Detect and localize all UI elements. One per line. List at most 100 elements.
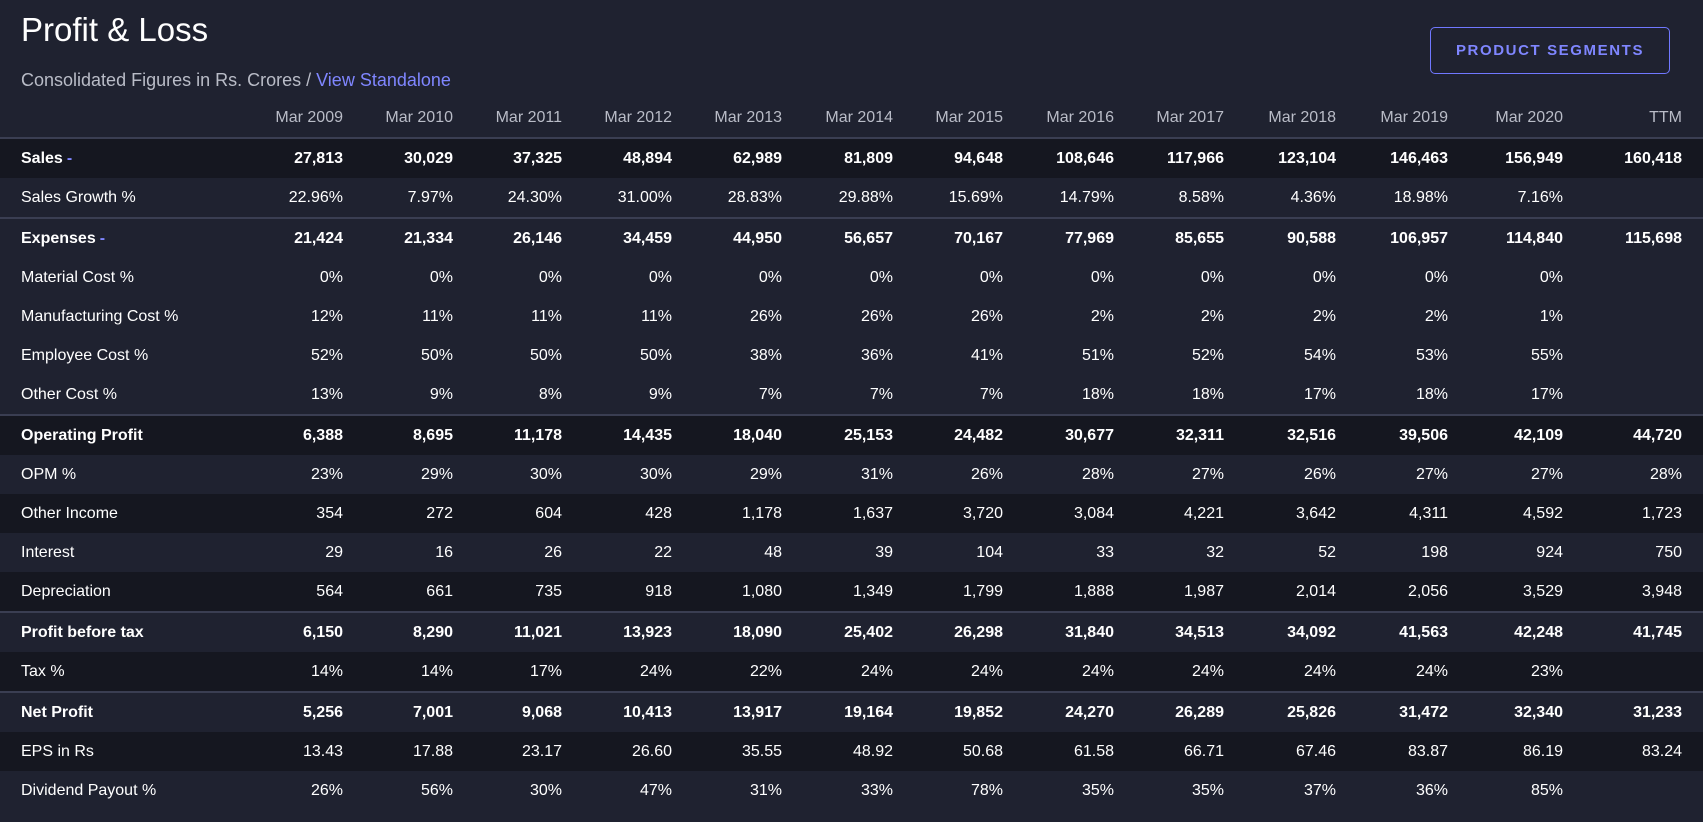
table-row: Other Cost % 13% 9% 8% 9% 7% 7% 7% 18% 18% 17% 18% 1…: [0, 375, 1703, 415]
value-cell: 34,092: [1224, 611, 1336, 652]
table-row: Net Profit 5,256 7,001 9,068 10,413 13,917 19,…: [0, 691, 1703, 732]
column-header: Mar 2011: [453, 99, 562, 139]
value-cell: 30,029: [404, 149, 453, 167]
value-cell: 0%: [758, 268, 782, 286]
value-cell: 28%: [1649, 465, 1682, 483]
value-cell: [1563, 336, 1703, 375]
row-label-cell: Employee Cost %: [0, 336, 233, 375]
value-cell: 32,340: [1448, 691, 1563, 732]
value-cell: 30%: [529, 781, 562, 799]
value-cell: 31,472: [1336, 691, 1448, 732]
product-segments-button[interactable]: PRODUCT SEGMENTS: [1430, 27, 1670, 74]
value-cell: 21,334: [343, 217, 453, 258]
table-row: Operating Profit 6,388 8,695 11,178 14,435 18…: [0, 414, 1703, 455]
value-cell: 8%: [538, 385, 562, 403]
value-cell: 11%: [641, 307, 672, 325]
value-cell: 29%: [749, 465, 782, 483]
value-cell: 108,646: [1056, 149, 1114, 167]
value-cell: 24,482: [893, 414, 1003, 455]
value-cell: 24%: [1303, 662, 1336, 680]
value-cell: 735: [535, 582, 562, 600]
value-cell: 48.92: [852, 742, 893, 760]
value-cell: 37%: [1303, 781, 1336, 799]
value-cell: 31%: [860, 465, 893, 483]
value-cell: 51%: [1081, 346, 1114, 364]
value-cell: 26%: [310, 781, 343, 799]
value-cell: 35%: [1191, 781, 1224, 799]
collapse-toggle[interactable]: -: [67, 150, 72, 167]
value-cell: 33%: [860, 781, 893, 799]
table-row[interactable]: Expenses -21,424 21,334 26,146 34,459 44,950 5…: [0, 217, 1703, 258]
value-cell: 0%: [869, 268, 893, 286]
value-cell: 10,413: [562, 691, 672, 732]
value-cell: 564: [316, 582, 343, 600]
value-cell: 30,677: [1003, 414, 1114, 455]
row-label: Employee Cost %: [21, 346, 149, 364]
row-label: Operating Profit: [21, 426, 143, 444]
table-row: Material Cost % 0% 0% 0% 0% 0% 0% 0% 0% 0% 0% 0% 0%: [0, 258, 1703, 297]
value-cell: 29%: [420, 465, 453, 483]
value-cell: 32: [1206, 543, 1224, 561]
profit-loss-table: Mar 2009 Mar 2010 Mar 2011 Mar 2012 Mar 2013…: [0, 99, 1703, 810]
value-cell: 52%: [310, 346, 343, 364]
value-cell: 1,637: [852, 504, 893, 522]
value-cell: 85%: [1530, 781, 1563, 799]
value-cell: 90,588: [1224, 217, 1336, 258]
value-cell: 26,289: [1114, 691, 1224, 732]
table-row[interactable]: Sales - 27,813 30,029 37,325 48,894 62,989 81,8…: [0, 138, 1703, 178]
value-cell: 13,917: [672, 691, 782, 732]
value-cell: 4,311: [1409, 504, 1448, 522]
row-label: OPM %: [21, 465, 77, 483]
value-cell: [1563, 178, 1703, 218]
value-cell: 66.71: [1183, 742, 1224, 760]
value-cell: 26%: [970, 307, 1003, 325]
value-cell: 25,153: [782, 414, 893, 455]
column-header: Mar 2019: [1336, 99, 1448, 139]
value-cell: 11,021: [453, 611, 562, 652]
value-cell: 114,840: [1448, 217, 1563, 258]
column-header: Mar 2015: [893, 99, 1003, 139]
value-cell: 13.43: [302, 742, 343, 760]
value-cell: 0%: [648, 268, 672, 286]
value-cell: 1,987: [1183, 582, 1224, 600]
value-cell: 1,349: [852, 582, 893, 600]
value-cell: 7,001: [343, 691, 453, 732]
row-label-cell: Sales -: [0, 138, 233, 178]
view-standalone-link[interactable]: View Standalone: [316, 70, 451, 90]
value-cell: 0%: [1090, 268, 1114, 286]
value-cell: 8,290: [343, 611, 453, 652]
value-cell: 924: [1536, 543, 1563, 561]
collapse-toggle[interactable]: -: [100, 230, 105, 247]
row-label: Depreciation: [21, 582, 111, 600]
row-label-cell: Profit before tax: [0, 611, 233, 652]
value-cell: 22: [654, 543, 672, 561]
value-cell: 2%: [1090, 307, 1114, 325]
value-cell: 48: [764, 543, 782, 561]
table-header-row: Mar 2009 Mar 2010 Mar 2011 Mar 2012 Mar 2013…: [0, 99, 1703, 139]
value-cell: 156,949: [1505, 149, 1563, 167]
value-cell: 2,056: [1407, 582, 1448, 600]
subtitle-text: Consolidated Figures in Rs. Crores /: [21, 70, 317, 90]
value-cell: 14%: [420, 662, 453, 680]
value-cell: 26,298: [893, 611, 1003, 652]
row-label: Net Profit: [21, 703, 93, 721]
value-cell: 26: [544, 543, 562, 561]
value-cell: 160,418: [1624, 149, 1682, 167]
value-cell: 1,888: [1073, 582, 1114, 600]
value-cell: 62,989: [733, 149, 782, 167]
value-cell: 13%: [310, 385, 343, 403]
row-label-cell: Sales Growth %: [0, 178, 233, 218]
row-label: Profit before tax: [21, 623, 144, 641]
value-cell: 29.88%: [838, 188, 893, 206]
value-cell: 14%: [310, 662, 343, 680]
value-cell: 14,435: [562, 414, 672, 455]
value-cell: 0%: [1312, 268, 1336, 286]
value-cell: 27%: [1530, 465, 1563, 483]
value-cell: 50.68: [962, 742, 1003, 760]
value-cell: 13,923: [562, 611, 672, 652]
value-cell: 272: [426, 504, 453, 522]
value-cell: 11%: [422, 307, 453, 325]
value-cell: 31,233: [1563, 691, 1703, 732]
value-cell: 7%: [869, 385, 893, 403]
value-cell: 3,529: [1522, 582, 1563, 600]
